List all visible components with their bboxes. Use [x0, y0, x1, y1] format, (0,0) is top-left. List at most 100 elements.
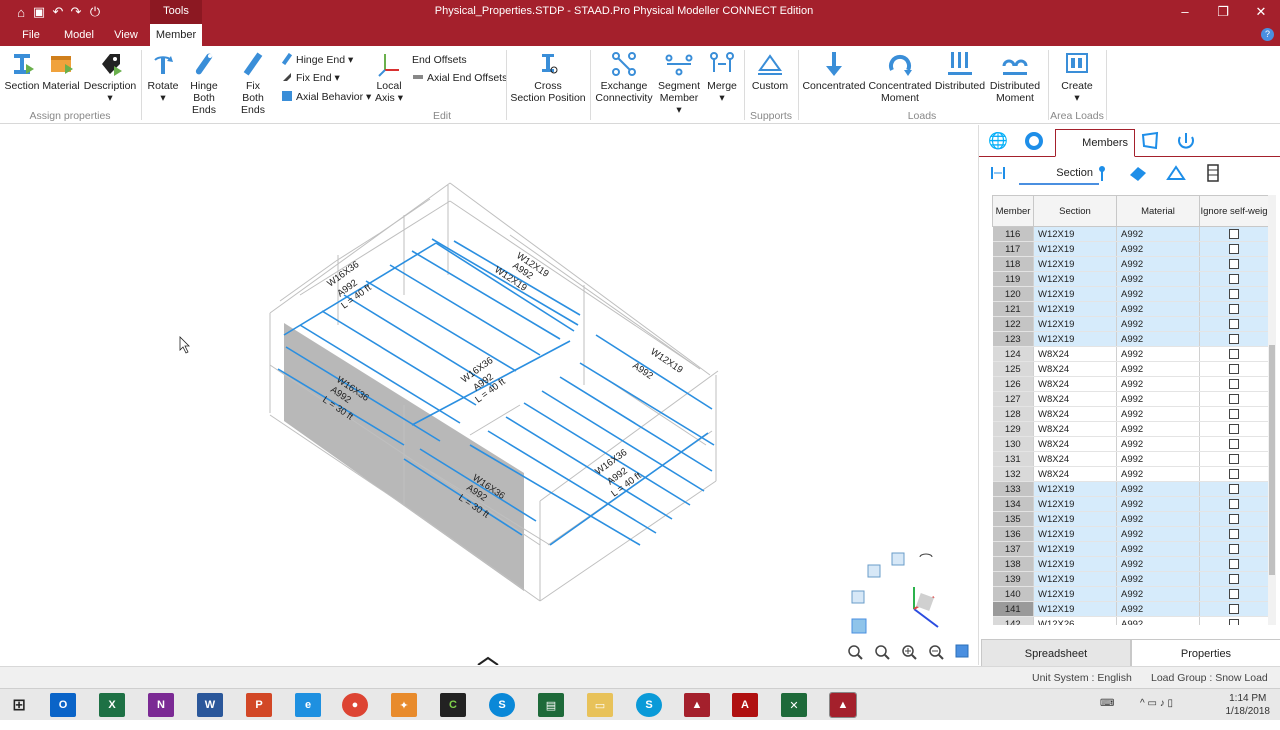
minimize-button[interactable]: –: [1166, 0, 1204, 24]
ignore-self-weight-checkbox[interactable]: [1229, 258, 1239, 269]
section-cell[interactable]: W12X19: [1033, 496, 1117, 512]
close-button[interactable]: ✕: [1242, 0, 1280, 24]
ignore-self-weight-checkbox[interactable]: [1229, 453, 1239, 464]
model-viewport[interactable]: W16X36 A992 L = 40 ft W12X19 A992 W12X19…: [0, 125, 976, 665]
table-row[interactable]: 135 W12X19 A992: [992, 511, 1268, 527]
member-cell[interactable]: 132: [992, 466, 1034, 482]
scrollbar-thumb[interactable]: [1269, 345, 1275, 575]
description-button[interactable]: Description ▾: [82, 50, 138, 104]
material-button[interactable]: Material: [42, 50, 80, 92]
properties-tab[interactable]: Properties: [1131, 639, 1280, 667]
swap-icon[interactable]: [987, 163, 1009, 183]
section-cell[interactable]: W12X19: [1033, 556, 1117, 572]
member-cell[interactable]: 138: [992, 556, 1034, 572]
table-row[interactable]: 134 W12X19 A992: [992, 496, 1268, 512]
table-row[interactable]: 140 W12X19 A992: [992, 586, 1268, 602]
hinge-both-ends-button[interactable]: Hinge Both Ends: [180, 50, 228, 116]
section-cell[interactable]: W12X19: [1033, 541, 1117, 557]
material-cell[interactable]: A992: [1116, 541, 1200, 557]
material-cell[interactable]: A992: [1116, 301, 1200, 317]
column-header-section[interactable]: Section: [1033, 195, 1117, 227]
ignore-self-weight-checkbox[interactable]: [1229, 483, 1239, 494]
material-cell[interactable]: A992: [1116, 391, 1200, 407]
fix-both-ends-button[interactable]: Fix Both Ends: [230, 50, 276, 116]
table-row[interactable]: 128 W8X24 A992: [992, 406, 1268, 422]
member-cell[interactable]: 128: [992, 406, 1034, 422]
ignore-self-weight-checkbox[interactable]: [1229, 318, 1239, 329]
cross-section-position-button[interactable]: Cross Section Position: [510, 50, 586, 104]
table-row[interactable]: 122 W12X19 A992: [992, 316, 1268, 332]
outlook-icon[interactable]: O: [50, 693, 76, 717]
maximize-button[interactable]: ❐: [1204, 0, 1242, 24]
section-cell[interactable]: W12X26: [1033, 616, 1117, 625]
material-cell[interactable]: A992: [1116, 616, 1200, 625]
section-cell[interactable]: W12X19: [1033, 511, 1117, 527]
chevron-up-icon[interactable]: [477, 656, 499, 665]
nodes-tab[interactable]: [1021, 131, 1047, 155]
zoom-in-icon[interactable]: [902, 645, 917, 660]
section-cell[interactable]: W12X19: [1033, 601, 1117, 617]
material-cell[interactable]: A992: [1116, 481, 1200, 497]
section-cell[interactable]: W12X19: [1033, 226, 1117, 242]
project-icon[interactable]: ✕: [781, 693, 807, 717]
app-icon[interactable]: ✦: [391, 693, 417, 717]
spreadsheet-tab[interactable]: Spreadsheet: [981, 639, 1131, 667]
table-row[interactable]: 131 W8X24 A992: [992, 451, 1268, 467]
table-row[interactable]: 129 W8X24 A992: [992, 421, 1268, 437]
member-cell[interactable]: 119: [992, 271, 1034, 287]
zoom-extents-icon[interactable]: [848, 645, 863, 660]
section-cell[interactable]: W8X24: [1033, 466, 1117, 482]
ignore-self-weight-checkbox[interactable]: [1229, 498, 1239, 509]
table-row[interactable]: 117 W12X19 A992: [992, 241, 1268, 257]
section-cell[interactable]: W8X24: [1033, 391, 1117, 407]
ignore-self-weight-checkbox[interactable]: [1229, 378, 1239, 389]
view-cube[interactable]: [851, 552, 939, 634]
exchange-connectivity-button[interactable]: Exchange Connectivity: [594, 50, 654, 104]
table-scrollbar[interactable]: [1268, 195, 1276, 625]
view-front-icon[interactable]: [851, 590, 865, 604]
section-button[interactable]: Section: [4, 50, 40, 92]
table-row[interactable]: 127 W8X24 A992: [992, 391, 1268, 407]
material-cell[interactable]: A992: [1116, 226, 1200, 242]
section-cell[interactable]: W12X19: [1033, 256, 1117, 272]
ignore-self-weight-checkbox[interactable]: [1229, 333, 1239, 344]
acrobat-icon[interactable]: A: [732, 693, 758, 717]
ignore-self-weight-checkbox[interactable]: [1229, 288, 1239, 299]
subtab-section[interactable]: Section: [1019, 161, 1099, 185]
member-cell[interactable]: 129: [992, 421, 1034, 437]
table-row[interactable]: 130 W8X24 A992: [992, 436, 1268, 452]
connection-center-icon[interactable]: C: [440, 693, 466, 717]
member-cell[interactable]: 124: [992, 346, 1034, 362]
globe-icon[interactable]: 🌐: [985, 131, 1011, 155]
rotate-view-icon[interactable]: [919, 553, 933, 558]
member-cell[interactable]: 133: [992, 481, 1034, 497]
material-cell[interactable]: A992: [1116, 436, 1200, 452]
section-cell[interactable]: W12X19: [1033, 526, 1117, 542]
clock[interactable]: 1:14 PM 1/18/2018: [1226, 692, 1271, 718]
axial-behavior-button[interactable]: Axial Behavior ▾: [281, 89, 371, 105]
hinge-subtab-icon[interactable]: [1091, 163, 1113, 183]
section-cell[interactable]: W8X24: [1033, 361, 1117, 377]
windows-start-icon[interactable]: ⊞: [6, 693, 32, 717]
section-cell[interactable]: W8X24: [1033, 346, 1117, 362]
ignore-self-weight-checkbox[interactable]: [1229, 273, 1239, 284]
table-row[interactable]: 126 W8X24 A992: [992, 376, 1268, 392]
fix-end-button[interactable]: Fix End ▾: [281, 70, 340, 86]
ignore-self-weight-checkbox[interactable]: [1229, 438, 1239, 449]
section-cell[interactable]: W12X19: [1033, 271, 1117, 287]
create-area-load-button[interactable]: Create ▾: [1056, 50, 1098, 104]
section-cell[interactable]: W12X19: [1033, 301, 1117, 317]
ignore-self-weight-checkbox[interactable]: [1229, 363, 1239, 374]
ignore-self-weight-checkbox[interactable]: [1229, 558, 1239, 569]
material-cell[interactable]: A992: [1116, 586, 1200, 602]
members-table[interactable]: Member Section Material Ignore self-weig…: [992, 195, 1268, 625]
table-row[interactable]: 118 W12X19 A992: [992, 256, 1268, 272]
table-row[interactable]: 120 W12X19 A992: [992, 286, 1268, 302]
member-cell[interactable]: 134: [992, 496, 1034, 512]
member-cell[interactable]: 142: [992, 616, 1034, 625]
section-cell[interactable]: W12X19: [1033, 586, 1117, 602]
material-cell[interactable]: A992: [1116, 571, 1200, 587]
tab-file[interactable]: File: [14, 24, 48, 46]
material-cell[interactable]: A992: [1116, 451, 1200, 467]
file-explorer-icon[interactable]: ▭: [587, 693, 613, 717]
